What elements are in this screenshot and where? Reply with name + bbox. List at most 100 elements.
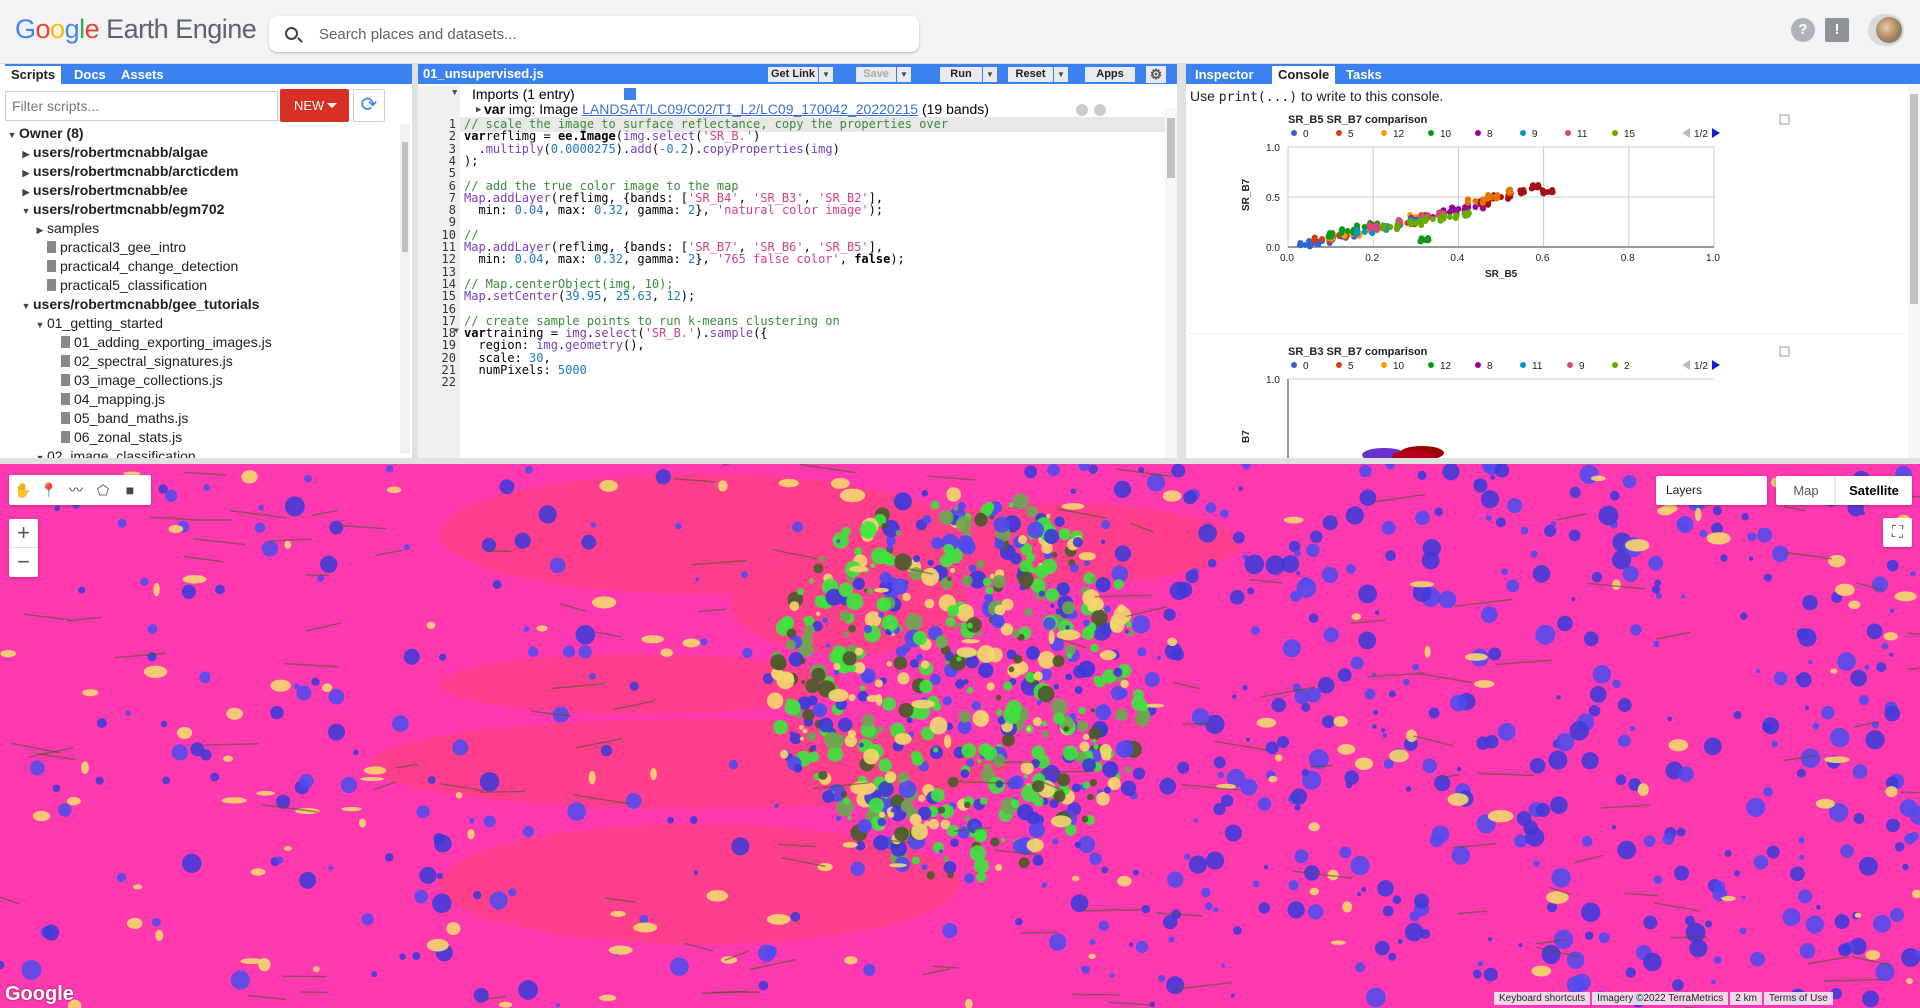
- volcanic-field: [842, 797, 850, 805]
- layers-dropdown[interactable]: Layers: [1656, 476, 1767, 505]
- script-file-item[interactable]: 04_mapping.js: [5, 390, 400, 409]
- tree-item-label: 01_getting_started: [47, 315, 163, 331]
- chevron-down-icon[interactable]: ▼: [819, 67, 833, 82]
- folder-item[interactable]: ▼ 01_getting_started: [5, 314, 400, 333]
- script-file-item[interactable]: practical3_gee_intro: [5, 238, 400, 257]
- fullscreen-icon[interactable]: ⛶: [1883, 518, 1912, 547]
- search-input[interactable]: [319, 22, 899, 46]
- new-script-button[interactable]: NEW: [280, 89, 349, 122]
- tab-tasks[interactable]: Tasks: [1340, 66, 1388, 84]
- gear-icon[interactable]: ⚙: [1146, 66, 1166, 83]
- console-scrollbar[interactable]: [1908, 86, 1920, 458]
- volcanic-field: [1008, 666, 1015, 673]
- script-file-item[interactable]: practical4_change_detection: [5, 257, 400, 276]
- help-icon[interactable]: ?: [1791, 18, 1815, 42]
- scrollbar-thumb[interactable]: [402, 142, 408, 252]
- blue-speckle: [1490, 475, 1496, 480]
- scrollbar-thumb[interactable]: [1167, 118, 1175, 178]
- scrollbar-thumb[interactable]: [1910, 94, 1918, 304]
- fold-icon[interactable]: ▼: [454, 326, 459, 335]
- tab-docs[interactable]: Docs: [68, 66, 112, 84]
- get-link-button[interactable]: Get Link: [768, 67, 818, 82]
- chevron-down-icon[interactable]: ▼: [33, 449, 47, 458]
- folder-item[interactable]: ▶ users/robertmcnabb/algae: [5, 143, 400, 162]
- blue-speckle: [575, 625, 596, 645]
- terms-link[interactable]: Terms of Use: [1763, 992, 1833, 1005]
- blue-speckle: [774, 803, 780, 809]
- folder-item[interactable]: ▼ users/robertmcnabb/gee_tutorials: [5, 295, 400, 314]
- code-line[interactable]: numPixels: 5000: [464, 363, 586, 377]
- feedback-icon[interactable]: !: [1825, 18, 1849, 42]
- volcanic-field: [877, 781, 894, 798]
- delete-icon[interactable]: [1094, 104, 1106, 116]
- blue-speckle: [1305, 687, 1322, 703]
- volcanic-field: [1026, 726, 1031, 732]
- blue-speckle: [1733, 870, 1741, 877]
- chevron-down-icon[interactable]: ▼: [1054, 67, 1068, 82]
- script-file-item[interactable]: 05_band_maths.js: [5, 409, 400, 428]
- volcanic-field: [1023, 774, 1028, 779]
- tab-assets[interactable]: Assets: [115, 66, 170, 84]
- save-button[interactable]: Save: [856, 67, 896, 82]
- scripts-scrollbar[interactable]: [400, 124, 410, 454]
- code-line[interactable]: Map.setCenter(39.95, 25.63, 12);: [464, 289, 695, 303]
- yellow-patch: [133, 884, 143, 890]
- zoom-in-button[interactable]: +: [9, 519, 38, 548]
- keyboard-shortcuts-link[interactable]: Keyboard shortcuts: [1494, 992, 1591, 1005]
- folder-item[interactable]: ▼ Owner (8): [5, 124, 400, 143]
- tab-inspector[interactable]: Inspector: [1189, 66, 1260, 84]
- code-area[interactable]: 1 2 3 4 5 6 7 8 9 10 11 12 13 14 15 16 17 18 19 20 21 22 ▼ Im…: [418, 86, 1177, 458]
- tab-console[interactable]: Console: [1272, 66, 1336, 84]
- zoom-out-button[interactable]: −: [9, 548, 38, 577]
- blue-speckle: [1074, 841, 1081, 849]
- line-icon[interactable]: 〰: [66, 480, 86, 500]
- code-line[interactable]: );: [464, 154, 478, 168]
- code-line[interactable]: min: 0.04, max: 0.32, gamma: 2}, 'natura…: [464, 203, 883, 217]
- map-type-map-button[interactable]: Map: [1776, 476, 1836, 505]
- account-avatar[interactable]: [1868, 14, 1904, 46]
- run-button[interactable]: Run: [940, 67, 982, 82]
- map-canvas[interactable]: [0, 464, 1920, 1008]
- polygon-icon[interactable]: ⬠: [93, 480, 113, 500]
- right-splitter[interactable]: [1177, 64, 1186, 458]
- map-type-satellite-button[interactable]: Satellite: [1836, 476, 1912, 505]
- script-file-item[interactable]: 01_adding_exporting_images.js: [5, 333, 400, 352]
- eye-icon[interactable]: [1076, 104, 1088, 116]
- chevron-down-icon[interactable]: ▼: [452, 88, 457, 98]
- imports-header[interactable]: Imports (1 entry): [472, 86, 575, 102]
- script-file-item[interactable]: 02_spectral_signatures.js: [5, 352, 400, 371]
- script-file-item[interactable]: 03_image_collections.js: [5, 371, 400, 390]
- editor-scrollbar[interactable]: [1165, 108, 1177, 458]
- apps-button[interactable]: Apps: [1085, 67, 1135, 82]
- y-tick-label: 1.0: [1266, 143, 1280, 154]
- folder-item[interactable]: ▼ 02_image_classification: [5, 447, 400, 458]
- folder-item[interactable]: ▶ samples: [5, 219, 400, 238]
- script-filename[interactable]: 01_unsupervised.js: [423, 66, 544, 81]
- chevron-down-icon[interactable]: ▼: [983, 67, 997, 82]
- tree-item-label: practical5_classification: [60, 277, 208, 293]
- code-line[interactable]: min: 0.04, max: 0.32, gamma: 2}, '765 fa…: [464, 252, 904, 266]
- tab-scripts[interactable]: Scripts: [5, 66, 62, 84]
- chevron-right-icon[interactable]: ▶: [476, 105, 481, 115]
- blue-speckle: [1167, 871, 1184, 888]
- rectangle-icon[interactable]: ■: [120, 480, 140, 500]
- folder-item[interactable]: ▼ users/robertmcnabb/egm702: [5, 200, 400, 219]
- reset-button[interactable]: Reset: [1008, 67, 1053, 82]
- blue-speckle: [385, 465, 394, 473]
- import-asset-link[interactable]: LANDSAT/LC09/C02/T1_L2/LC09_170042_20220…: [582, 101, 918, 117]
- earth-engine-logo[interactable]: Google Earth Engine: [15, 14, 257, 45]
- script-file-item[interactable]: practical5_classification: [5, 276, 400, 295]
- search-box[interactable]: [269, 16, 919, 52]
- point-marker-icon[interactable]: 📍: [39, 480, 59, 500]
- chevron-down-icon[interactable]: ▼: [897, 67, 911, 82]
- code-line[interactable]: .multiply(0.0000275).add(-0.2).copyPrope…: [464, 142, 839, 156]
- script-file-item[interactable]: 06_zonal_stats.js: [5, 428, 400, 447]
- folder-item[interactable]: ▶ users/robertmcnabb/arcticdem: [5, 162, 400, 181]
- folder-item[interactable]: ▶ users/robertmcnabb/ee: [5, 181, 400, 200]
- hand-icon[interactable]: ✋: [13, 480, 33, 500]
- import-entry[interactable]: var img: Image LANDSAT/LC09/C02/T1_L2/LC…: [484, 101, 989, 117]
- blue-speckle: [304, 474, 312, 483]
- refresh-icon[interactable]: ⟳: [353, 89, 385, 122]
- imports-doc-icon[interactable]: [624, 88, 636, 100]
- filter-scripts-input[interactable]: [5, 91, 278, 121]
